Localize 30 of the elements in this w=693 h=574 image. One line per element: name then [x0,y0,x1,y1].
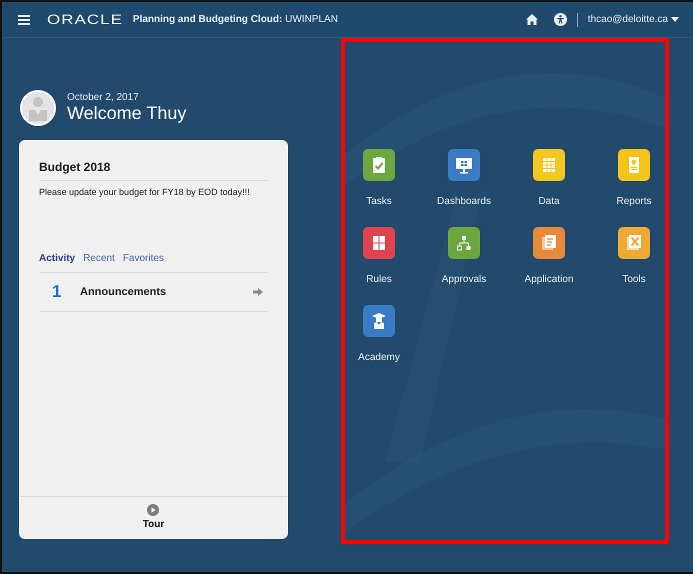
card-title: Budget 2018 [39,160,268,181]
tour-button[interactable]: Tour [142,504,164,530]
date-text: October 2, 2017 [67,92,140,103]
card-tab[interactable]: Activity [39,253,76,264]
welcome-heading: Welcome Thuy [67,103,186,124]
card-tab[interactable]: Recent [83,253,115,264]
launcher-tile[interactable]: Application [514,227,584,285]
home-icon[interactable] [526,14,538,25]
menu-icon[interactable] [18,14,30,24]
activity-item[interactable]: 1 Announcements [39,273,268,312]
launcher-tile[interactable]: Tasks [344,149,414,207]
accessibility-icon[interactable] [554,13,567,26]
launcher-tile[interactable]: Approvals [429,227,499,285]
user-menu[interactable]: thcao@deloitte.ca [588,14,679,25]
launcher-tile[interactable]: Reports [599,149,669,207]
avatar-icon [20,90,56,126]
play-icon [147,504,160,516]
arrow-right-icon [253,288,263,296]
card-tab[interactable]: Favorites [122,253,164,264]
app-title: Planning and Budgeting Cloud: UWINPLAN [132,14,338,25]
card-message: Please update your budget for FY18 by EOD today!!! [39,187,251,197]
launcher-tile[interactable]: Rules [344,227,414,285]
brand-logo: ORACLE [47,12,123,28]
item-label: Announcements [80,286,168,298]
item-count: 1 [52,282,62,302]
launcher-tile[interactable]: Tools [599,227,669,285]
launcher-tile[interactable]: Academy [344,305,414,363]
launcher-tile[interactable]: Dashboards [429,149,499,207]
caret-icon [671,17,679,22]
launcher-tile[interactable]: Data [514,149,584,207]
